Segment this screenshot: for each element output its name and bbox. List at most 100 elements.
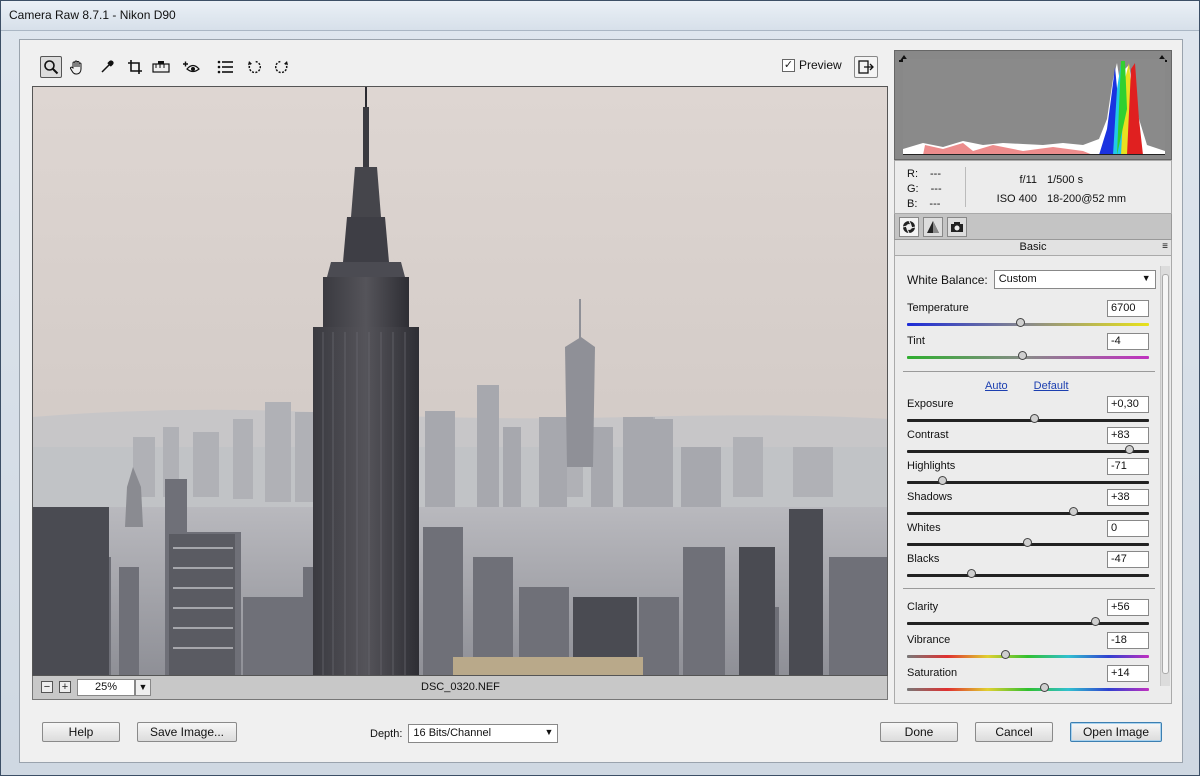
- depth-value: 16 Bits/Channel: [413, 727, 492, 739]
- default-link[interactable]: Default: [1034, 380, 1069, 392]
- rotate-left-icon[interactable]: [244, 56, 266, 78]
- title-bar[interactable]: Camera Raw 8.7.1 - Nikon D90: [1, 1, 1199, 31]
- aperture: f/11: [1019, 174, 1037, 186]
- histogram[interactable]: [894, 50, 1172, 160]
- zoom-dropdown-icon[interactable]: ▼: [135, 679, 151, 696]
- info-divider: [965, 167, 966, 207]
- saturation-thumb[interactable]: [1039, 683, 1049, 692]
- g-value: ---: [930, 183, 942, 195]
- rgb-readout: R: --- G: --- B: ---: [907, 167, 951, 212]
- eyedropper-icon[interactable]: [96, 56, 118, 78]
- depth-select[interactable]: 16 Bits/Channel ▼: [408, 724, 559, 743]
- dialog-client: ✓ Preview − + 25% ▼ DSC_0320.NEF R: --- …: [19, 39, 1183, 763]
- done-button[interactable]: Done: [880, 722, 958, 742]
- temperature-track[interactable]: [907, 323, 1149, 326]
- whites-field[interactable]: 0: [1107, 520, 1149, 537]
- temperature-field[interactable]: 6700: [1107, 300, 1149, 317]
- preview-toggle[interactable]: ✓ Preview: [782, 58, 842, 72]
- image-preview[interactable]: [32, 86, 888, 676]
- vibrance-label: Vibrance: [907, 634, 951, 646]
- shadows-track[interactable]: [907, 512, 1149, 515]
- crop-tool-icon[interactable]: [124, 56, 146, 78]
- exif-info: f/11 1/500 s ISO 400 18-200@52 mm: [991, 171, 1126, 209]
- clarity-label: Clarity: [907, 601, 939, 613]
- vibrance-field[interactable]: -18: [1107, 632, 1149, 649]
- help-button[interactable]: Help: [42, 722, 120, 742]
- highlights-field[interactable]: -71: [1107, 458, 1149, 475]
- exposure-field[interactable]: +0,30: [1107, 396, 1149, 413]
- open-image-button[interactable]: Open Image: [1070, 722, 1162, 742]
- section-divider: [903, 588, 1155, 589]
- auto-link[interactable]: Auto: [985, 380, 1008, 392]
- contrast-label: Contrast: [907, 429, 949, 441]
- shadows-label: Shadows: [907, 491, 953, 503]
- section-divider: [903, 371, 1155, 372]
- preferences-list-icon[interactable]: [214, 56, 236, 78]
- basic-panel: White Balance: Custom ▼ Temperature 6700…: [894, 256, 1172, 704]
- city-photo: [33, 87, 887, 675]
- panel-scrollbar[interactable]: [1160, 266, 1170, 686]
- blacks-label: Blacks: [907, 553, 940, 565]
- shutter-speed: 1/500 s: [1047, 174, 1084, 186]
- contrast-field[interactable]: +83: [1107, 427, 1149, 444]
- zoom-in-button[interactable]: +: [59, 681, 71, 693]
- white-balance-row: White Balance: Custom ▼: [907, 270, 1156, 289]
- camera-raw-window: Camera Raw 8.7.1 - Nikon D90 ✓ Preview −…: [0, 0, 1200, 776]
- histogram-graph: [903, 59, 1165, 155]
- pixel-info: R: --- G: --- B: --- f/11 1/500 s ISO 400 18-…: [894, 160, 1172, 214]
- tint-label: Tint: [907, 335, 925, 347]
- whites-label: Whites: [907, 522, 941, 534]
- shadows-thumb[interactable]: [1068, 507, 1078, 516]
- r-value: ---: [930, 168, 941, 180]
- tint-field[interactable]: -4: [1107, 333, 1149, 350]
- preview-label: Preview: [799, 58, 842, 72]
- fullscreen-toggle-icon[interactable]: [854, 56, 878, 78]
- straighten-tool-icon[interactable]: [150, 56, 172, 78]
- whites-thumb[interactable]: [1023, 538, 1032, 547]
- contrast-track[interactable]: [907, 450, 1149, 453]
- clarity-field[interactable]: +56: [1107, 599, 1149, 616]
- saturation-field[interactable]: +14: [1107, 665, 1149, 682]
- temperature-label: Temperature: [907, 302, 969, 314]
- r-label: R:: [907, 168, 918, 180]
- hand-tool-icon[interactable]: [66, 56, 88, 78]
- tint-track[interactable]: [907, 356, 1149, 359]
- shadows-field[interactable]: +38: [1107, 489, 1149, 506]
- window-title: Camera Raw 8.7.1 - Nikon D90: [9, 8, 176, 22]
- temperature-thumb[interactable]: [1015, 318, 1025, 327]
- zoom-out-button[interactable]: −: [41, 681, 53, 693]
- clarity-thumb[interactable]: [1090, 617, 1100, 626]
- zoom-bar: − + 25% ▼ DSC_0320.NEF: [32, 676, 888, 700]
- chevron-down-icon: ▼: [1141, 273, 1151, 283]
- zoom-tool-icon[interactable]: [40, 56, 62, 78]
- depth-control: Depth: 16 Bits/Channel ▼: [370, 724, 559, 743]
- basic-tab-aperture-icon[interactable]: [899, 217, 919, 237]
- exposure-track[interactable]: [907, 419, 1149, 422]
- lens: 18-200@52 mm: [1047, 193, 1127, 205]
- red-eye-icon[interactable]: [180, 56, 202, 78]
- vibrance-track[interactable]: [907, 655, 1149, 658]
- contrast-thumb[interactable]: [1124, 445, 1134, 454]
- panel-menu-icon[interactable]: ≡: [1162, 240, 1168, 254]
- blacks-field[interactable]: -47: [1107, 551, 1149, 568]
- cancel-button[interactable]: Cancel: [975, 722, 1053, 742]
- rotate-right-icon[interactable]: [270, 56, 292, 78]
- saturation-label: Saturation: [907, 667, 958, 679]
- panel-title: Basic: [1019, 241, 1047, 253]
- auto-default-links: Auto Default: [985, 380, 1069, 392]
- blacks-track[interactable]: [907, 574, 1149, 577]
- highlights-label: Highlights: [907, 460, 956, 472]
- tone-curve-tab-icon[interactable]: [923, 217, 943, 237]
- clarity-track[interactable]: [907, 622, 1149, 625]
- preview-checkbox[interactable]: ✓: [782, 58, 795, 72]
- camera-calibration-tab-icon[interactable]: [947, 217, 967, 237]
- iso: ISO 400: [996, 193, 1037, 205]
- zoom-level-field[interactable]: 25%: [77, 679, 135, 696]
- white-balance-select[interactable]: Custom ▼: [993, 270, 1156, 289]
- saturation-track[interactable]: [907, 688, 1149, 691]
- toolbar: ✓ Preview: [32, 50, 888, 86]
- save-image-button[interactable]: Save Image...: [137, 722, 237, 742]
- panel-scrollbar-thumb[interactable]: [1162, 274, 1169, 674]
- b-label: B:: [907, 198, 918, 210]
- depth-label: Depth:: [370, 727, 403, 740]
